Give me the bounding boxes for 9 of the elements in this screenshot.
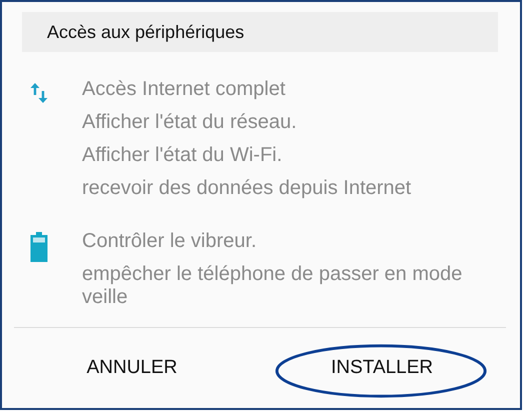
permission-text: Contrôler le vibreur. bbox=[82, 230, 258, 253]
permission-text: Afficher l'état du Wi-Fi. bbox=[82, 144, 284, 167]
battery-icon bbox=[30, 232, 48, 262]
permission-text: empêcher le téléphone de passer en mode veille bbox=[82, 263, 464, 309]
permission-text: Accès Internet complet bbox=[82, 78, 286, 101]
permission-text: Afficher l'état du réseau. bbox=[82, 111, 298, 134]
section-title: Accès aux périphériques bbox=[47, 22, 244, 42]
cancel-button[interactable]: ANNULER bbox=[76, 349, 188, 387]
permission-text: recevoir des données depuis Internet bbox=[82, 177, 412, 200]
